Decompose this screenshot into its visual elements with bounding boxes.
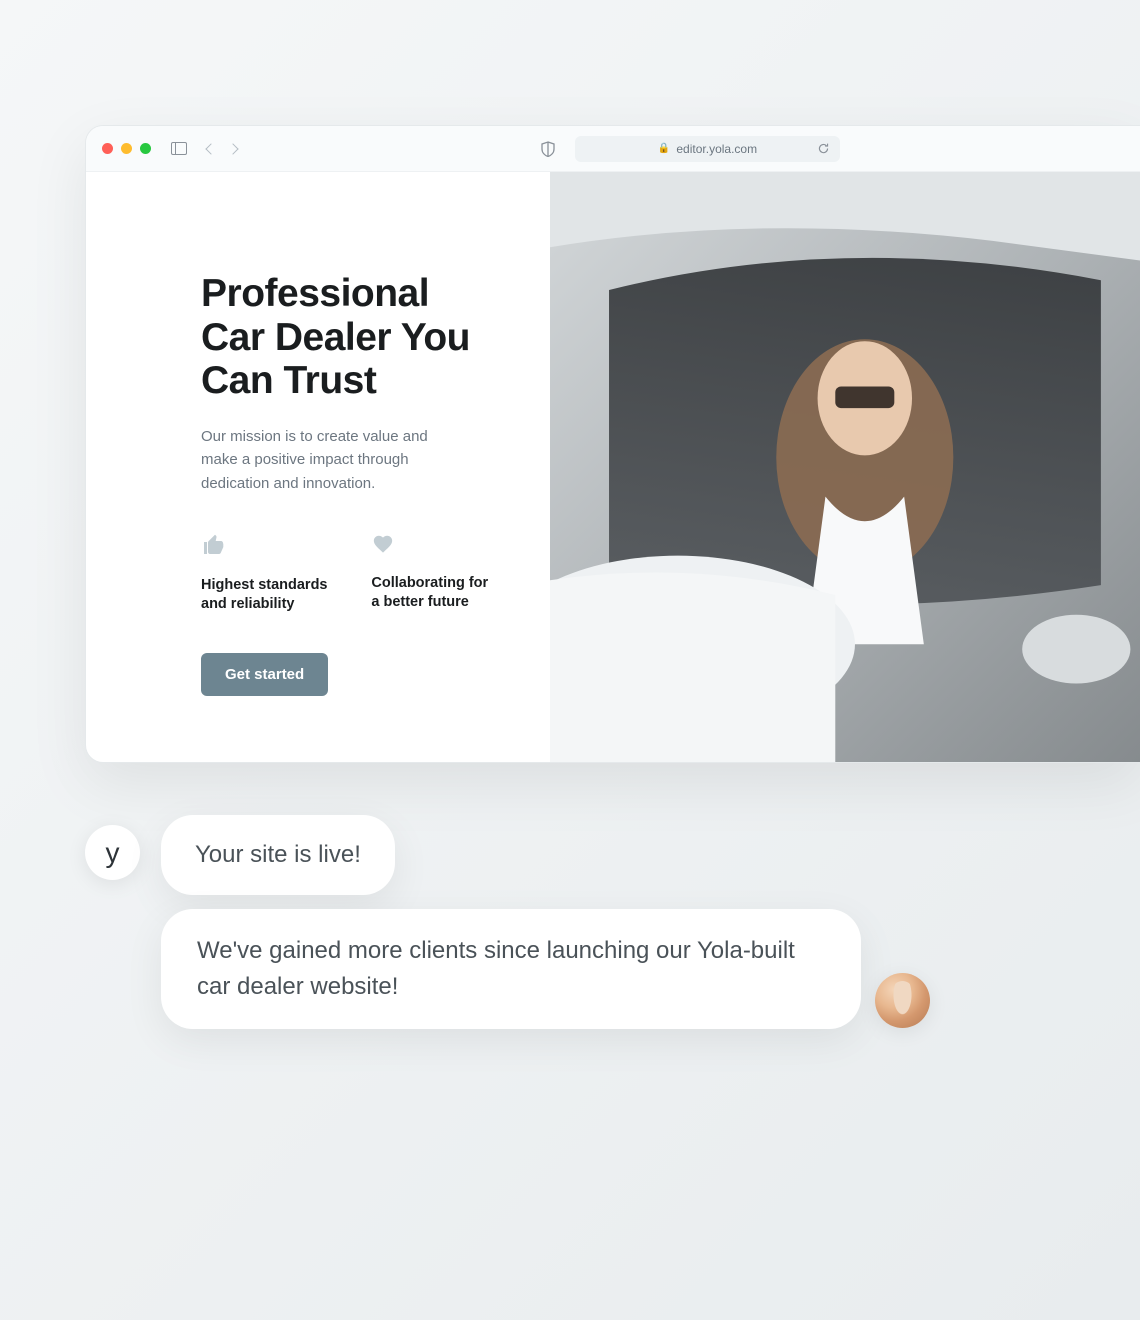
lock-icon: 🔒 bbox=[658, 143, 670, 154]
page-content: Professional Car Dealer You Can Trust Ou… bbox=[86, 172, 1140, 762]
browser-window: 🔒 editor.yola.com Professional Car Deale… bbox=[85, 125, 1140, 763]
browser-toolbar: 🔒 editor.yola.com bbox=[86, 126, 1140, 172]
hero-title: Professional Car Dealer You Can Trust bbox=[201, 272, 500, 403]
brand-avatar: y bbox=[85, 825, 140, 880]
chat-bubble-user: We've gained more clients since launchin… bbox=[161, 909, 861, 1029]
privacy-shield-icon[interactable] bbox=[541, 141, 555, 157]
hero-subtitle: Our mission is to create value and make … bbox=[201, 425, 461, 495]
heart-icon bbox=[371, 533, 395, 555]
car-photo-placeholder bbox=[550, 172, 1140, 762]
thumb-up-icon bbox=[201, 533, 227, 557]
brand-letter: y bbox=[106, 837, 120, 869]
reload-icon[interactable] bbox=[817, 142, 830, 155]
chat-bubble-brand: Your site is live! bbox=[161, 815, 395, 895]
window-controls bbox=[102, 143, 151, 154]
user-avatar bbox=[875, 973, 930, 1028]
close-window-button[interactable] bbox=[102, 143, 113, 154]
hero-section: Professional Car Dealer You Can Trust Ou… bbox=[86, 172, 550, 762]
feature-item: Collaborating for a better future bbox=[371, 533, 499, 615]
maximize-window-button[interactable] bbox=[140, 143, 151, 154]
feature-item: Highest standards and reliability bbox=[201, 533, 329, 615]
chat-message-text: Your site is live! bbox=[195, 841, 361, 868]
get-started-button[interactable]: Get started bbox=[201, 653, 328, 696]
hero-image bbox=[550, 172, 1140, 762]
back-button[interactable] bbox=[205, 143, 216, 154]
forward-button[interactable] bbox=[227, 143, 238, 154]
features-row: Highest standards and reliability Collab… bbox=[201, 533, 500, 615]
nav-arrows bbox=[207, 145, 237, 153]
sidebar-toggle-icon[interactable] bbox=[171, 142, 187, 155]
minimize-window-button[interactable] bbox=[121, 143, 132, 154]
feature-label: Collaborating for a better future bbox=[371, 574, 499, 613]
url-text: editor.yola.com bbox=[676, 142, 757, 156]
chat-message-text: We've gained more clients since launchin… bbox=[197, 937, 795, 1000]
url-bar[interactable]: 🔒 editor.yola.com bbox=[575, 136, 839, 162]
feature-label: Highest standards and reliability bbox=[201, 576, 329, 615]
